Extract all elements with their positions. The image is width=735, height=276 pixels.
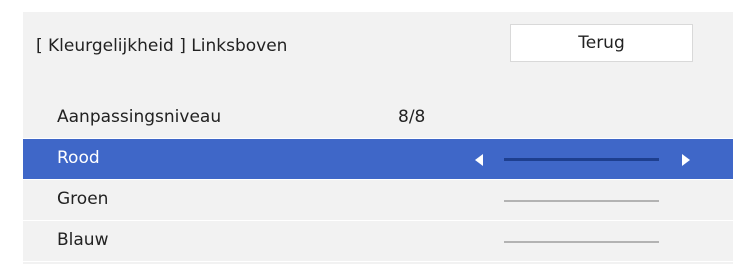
row-label: Blauw	[57, 230, 109, 250]
row-value: 8/8	[398, 107, 426, 127]
triangle-right-icon[interactable]	[682, 154, 690, 166]
slider-track[interactable]	[504, 200, 659, 202]
row-green[interactable]: Groen	[23, 180, 733, 221]
row-adjustment-level[interactable]: Aanpassingsniveau 8/8	[23, 98, 733, 139]
slider-track[interactable]	[504, 241, 659, 243]
red-slider[interactable]	[475, 139, 705, 180]
color-uniformity-panel: [ Kleurgelijkheid ] Linksboven Terug Aan…	[23, 12, 733, 264]
blue-slider[interactable]	[475, 221, 705, 262]
row-red[interactable]: Rood	[23, 139, 733, 180]
triangle-left-icon[interactable]	[475, 154, 483, 166]
row-label: Groen	[57, 189, 109, 209]
settings-list: Aanpassingsniveau 8/8 Rood Groen Blauw	[23, 98, 733, 262]
page-title: [ Kleurgelijkheid ] Linksboven	[36, 36, 288, 56]
back-button[interactable]: Terug	[510, 24, 693, 62]
slider-track[interactable]	[504, 158, 659, 161]
row-label: Rood	[57, 148, 100, 168]
panel-header: [ Kleurgelijkheid ] Linksboven Terug	[23, 12, 733, 84]
green-slider[interactable]	[475, 180, 705, 221]
row-blue[interactable]: Blauw	[23, 221, 733, 262]
row-label: Aanpassingsniveau	[57, 107, 222, 127]
